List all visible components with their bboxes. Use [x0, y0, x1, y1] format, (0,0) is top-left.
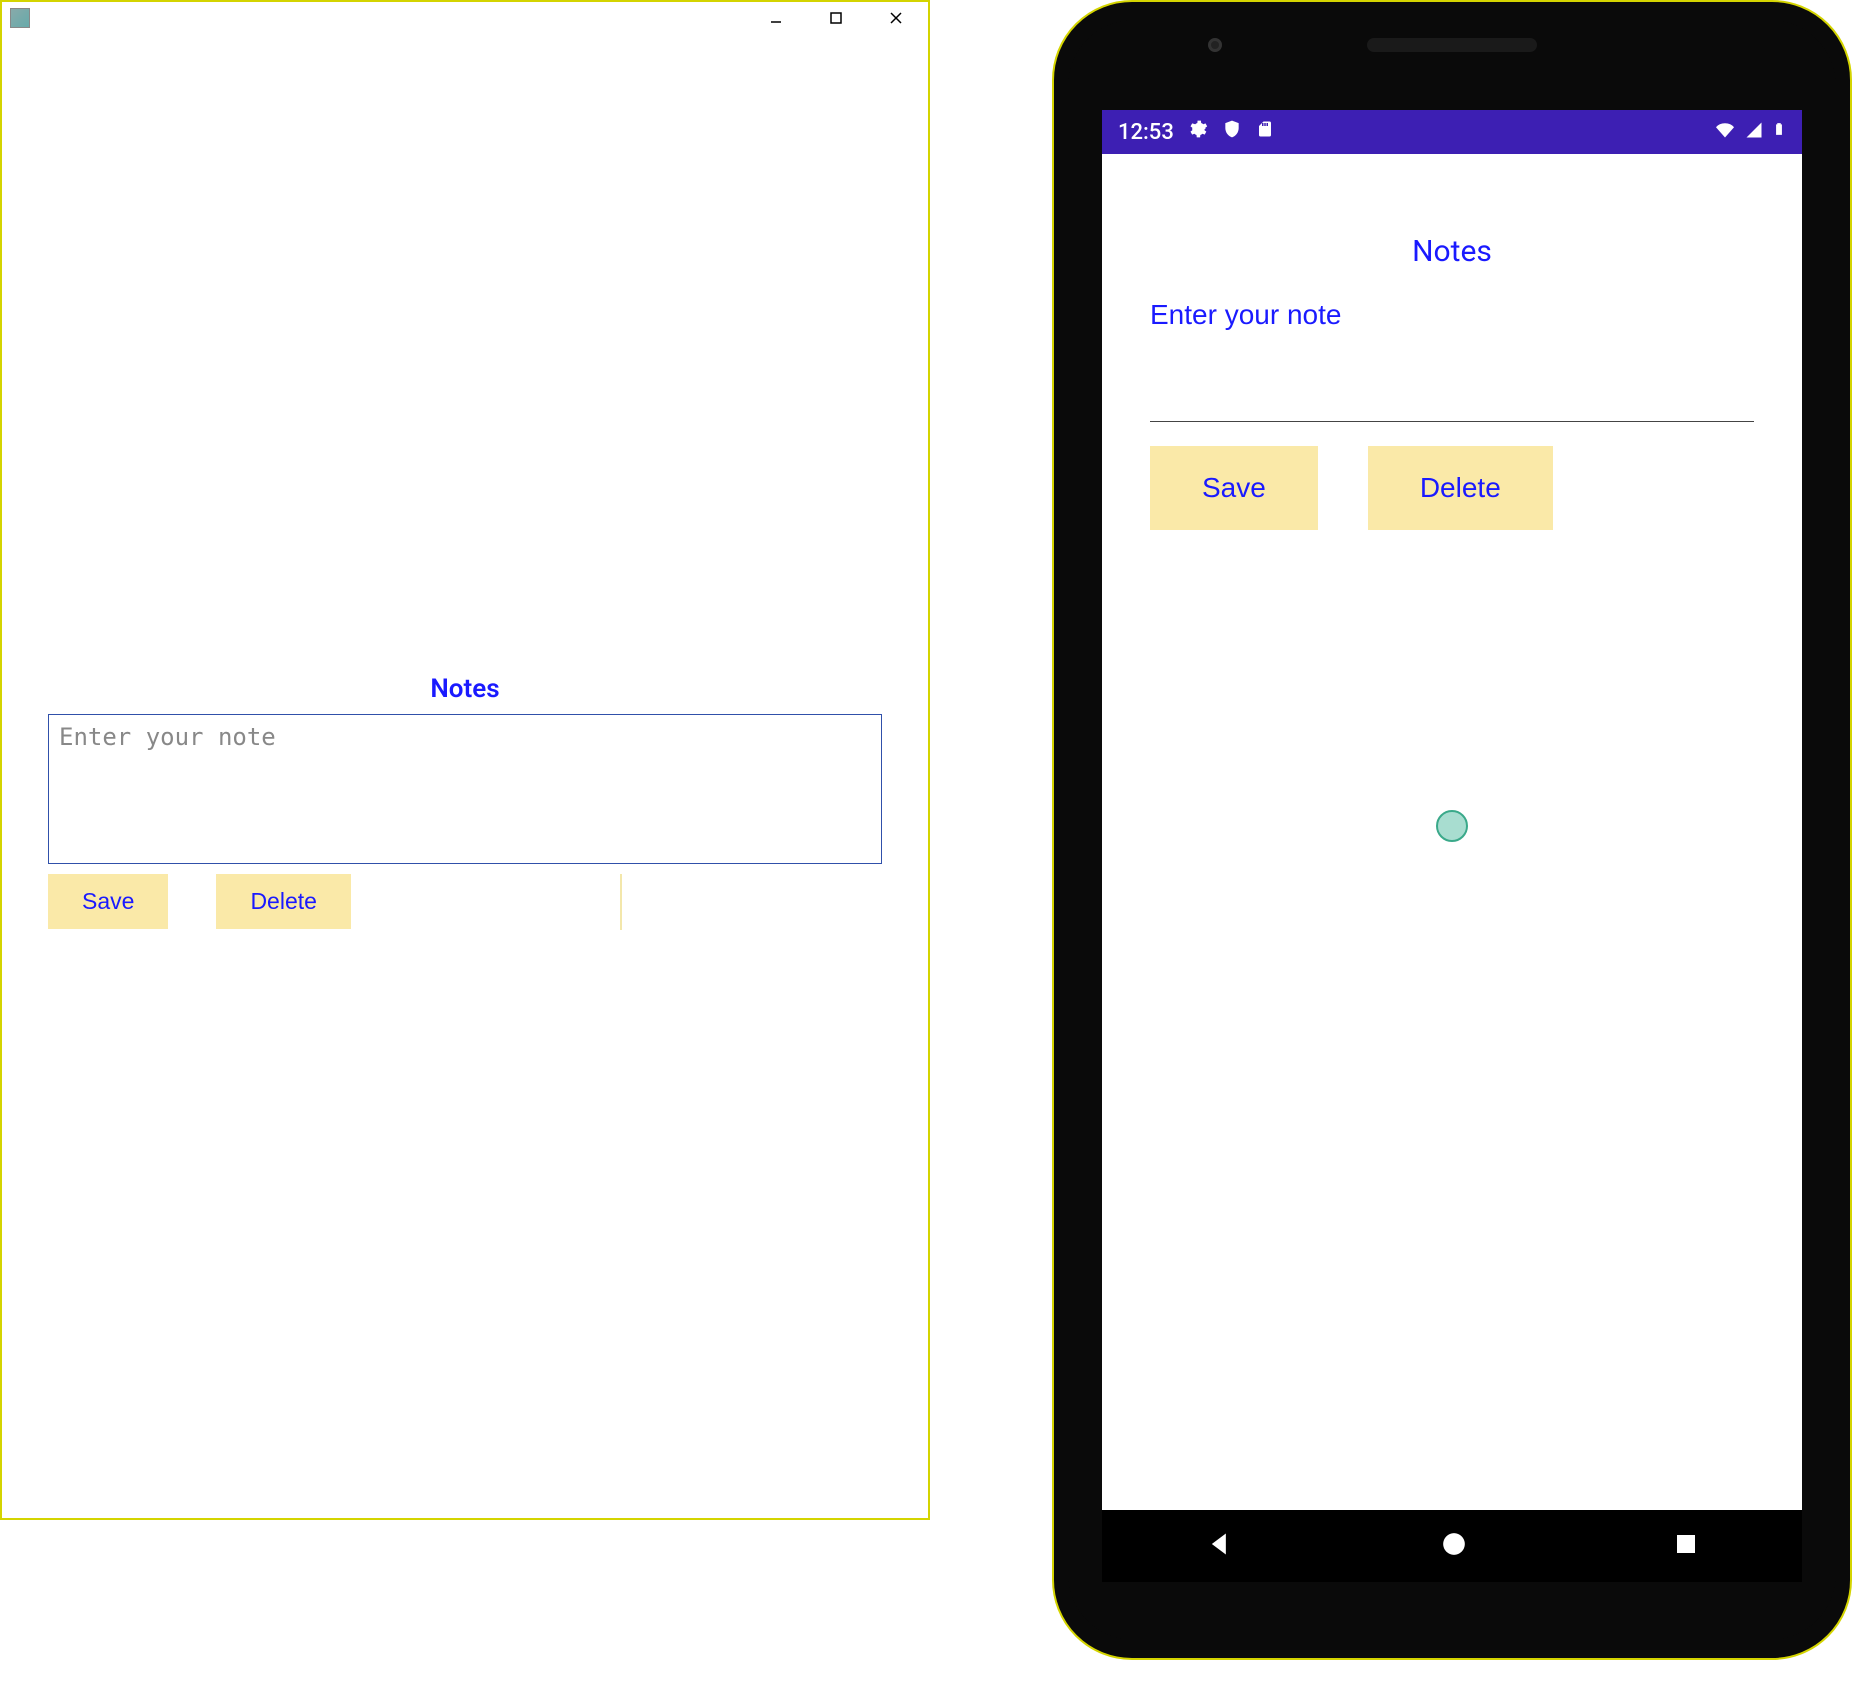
phone-device: 12:53 — [1052, 0, 1852, 1660]
recents-button[interactable] — [1674, 1532, 1698, 1560]
minimize-button[interactable] — [758, 6, 794, 30]
delete-button[interactable]: Delete — [1368, 446, 1553, 530]
sd-card-icon — [1256, 119, 1274, 145]
android-navbar — [1102, 1510, 1802, 1582]
back-button[interactable] — [1206, 1530, 1234, 1562]
wifi-icon — [1714, 120, 1736, 145]
battery-icon — [1772, 118, 1786, 146]
window-titlebar — [2, 2, 928, 34]
spacer — [48, 34, 882, 674]
note-input[interactable] — [48, 714, 882, 864]
camera-dot — [1208, 38, 1222, 52]
app-icon — [10, 8, 30, 28]
save-button[interactable]: Save — [1150, 446, 1318, 530]
close-icon — [889, 11, 903, 25]
delete-button[interactable]: Delete — [216, 874, 350, 929]
note-input[interactable] — [1150, 293, 1754, 422]
page-title: Notes — [1150, 234, 1754, 269]
status-bar: 12:53 — [1102, 110, 1802, 154]
home-button[interactable] — [1441, 1531, 1467, 1561]
close-button[interactable] — [878, 6, 914, 30]
desktop-content: Notes Save Delete — [2, 34, 928, 929]
touch-indicator-icon — [1436, 810, 1468, 842]
phone-screen: 12:53 — [1102, 110, 1802, 1510]
desktop-window: Notes Save Delete — [0, 0, 930, 1520]
maximize-button[interactable] — [818, 6, 854, 30]
window-controls — [758, 6, 914, 30]
button-row: Save Delete — [1150, 446, 1754, 530]
app-body: Notes Save Delete — [1102, 154, 1802, 530]
statusbar-right — [1714, 118, 1786, 146]
maximize-icon — [829, 11, 843, 25]
phone-bezel: 12:53 — [1068, 20, 1836, 1640]
shield-icon — [1222, 119, 1242, 145]
button-row: Save Delete — [48, 874, 882, 929]
signal-icon — [1744, 120, 1764, 145]
gear-icon — [1188, 119, 1208, 145]
minimize-icon — [769, 11, 783, 25]
note-input-wrap — [1150, 293, 1754, 422]
divider — [620, 874, 622, 930]
statusbar-left: 12:53 — [1118, 119, 1274, 145]
save-button[interactable]: Save — [48, 874, 168, 929]
status-time: 12:53 — [1118, 120, 1174, 145]
speaker-grill — [1367, 38, 1537, 52]
page-title: Notes — [48, 674, 882, 704]
